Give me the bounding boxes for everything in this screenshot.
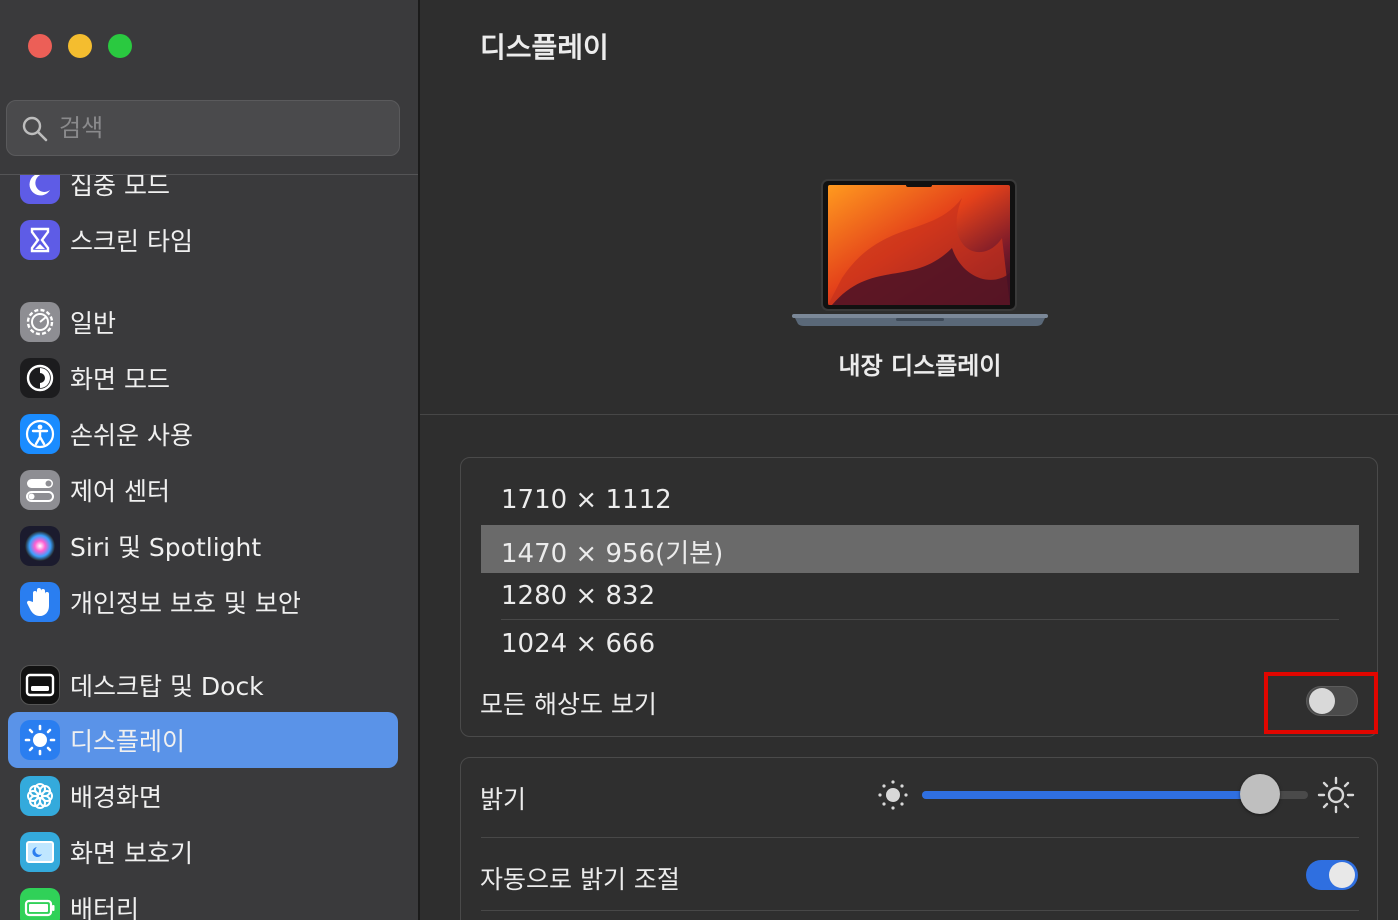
sidebar-item-label: 집중 모드 <box>70 175 170 200</box>
flower-icon <box>20 776 60 816</box>
zoom-window-button[interactable] <box>108 34 132 58</box>
show-all-resolutions-label: 모든 해상도 보기 <box>480 690 657 719</box>
sidebar-item-general[interactable]: 일반 <box>8 294 398 350</box>
sidebar-item-appearance[interactable]: 화면 모드 <box>8 350 398 406</box>
resolution-option[interactable]: 1024 × 666 <box>481 621 1359 669</box>
resolution-option[interactable]: 1280 × 832 <box>481 573 1359 621</box>
hand-icon <box>20 582 60 622</box>
sidebar-item-screen-time[interactable]: 스크린 타임 <box>8 212 398 268</box>
sidebar-item-label: 개인정보 보호 및 보안 <box>70 589 301 618</box>
sidebar-item-label: Siri 및 Spotlight <box>70 533 262 562</box>
laptop-icon[interactable] <box>792 178 1048 330</box>
sidebar-item-screensaver[interactable]: 화면 보호기 <box>8 824 398 880</box>
sidebar-item-label: 데스크탑 및 Dock <box>70 672 264 701</box>
resolution-label: 1710 × 1112 <box>501 485 672 515</box>
display-name-label: 내장 디스플레이 <box>838 352 1002 380</box>
sidebar-list: 집중 모드 스크린 타임 일반 화면 모드 손쉬운 사용 제어 센터 Siri … <box>0 175 418 920</box>
sidebar-item-label: 손쉬운 사용 <box>70 421 193 450</box>
sidebar-item-label: 제어 센터 <box>70 477 170 506</box>
search-input[interactable] <box>59 111 379 145</box>
toggle-knob <box>1329 862 1355 888</box>
sun-dim-icon <box>878 780 908 810</box>
sidebar-item-label: 배경화면 <box>70 783 163 812</box>
gear-icon <box>20 302 60 342</box>
sidebar-item-label: 배터리 <box>70 895 140 920</box>
section-divider <box>420 414 1398 415</box>
dock-icon <box>20 665 60 705</box>
auto-brightness-toggle[interactable] <box>1306 860 1358 890</box>
auto-brightness-label: 자동으로 밝기 조절 <box>480 865 680 894</box>
brightness-panel: 밝기 자동으로 밝기 조절 <box>460 757 1378 920</box>
hourglass-icon <box>20 220 60 260</box>
sidebar-item-battery[interactable]: 배터리 <box>8 880 398 920</box>
sidebar-item-privacy-security[interactable]: 개인정보 보호 및 보안 <box>8 574 398 630</box>
highlight-box <box>1264 672 1378 734</box>
sidebar-item-wallpaper[interactable]: 배경화면 <box>8 768 398 824</box>
sidebar: 집중 모드 스크린 타임 일반 화면 모드 손쉬운 사용 <box>0 0 418 920</box>
close-window-button[interactable] <box>28 34 52 58</box>
resolution-label: 1470 × 956(기본) <box>501 539 724 569</box>
sidebar-item-label: 디스플레이 <box>70 727 186 756</box>
accessibility-icon <box>20 414 60 454</box>
sidebar-item-accessibility[interactable]: 손쉬운 사용 <box>8 406 398 462</box>
brightness-slider-fill <box>922 791 1261 799</box>
row-divider <box>501 619 1339 620</box>
search-icon <box>22 116 48 142</box>
minimize-window-button[interactable] <box>68 34 92 58</box>
sun-icon <box>20 720 60 760</box>
appearance-icon <box>20 358 60 398</box>
screensaver-icon <box>20 832 60 872</box>
page-title: 디스플레이 <box>480 31 609 64</box>
sun-bright-icon <box>1317 776 1355 814</box>
battery-icon <box>20 888 60 920</box>
sidebar-item-label: 화면 모드 <box>70 365 170 394</box>
row-divider <box>481 837 1359 838</box>
sidebar-item-label: 화면 보호기 <box>70 839 193 868</box>
moon-icon <box>20 175 60 204</box>
resolution-label: 1280 × 832 <box>501 581 656 611</box>
brightness-label: 밝기 <box>480 785 527 814</box>
resolution-option-selected[interactable]: 1470 × 956(기본) <box>481 525 1359 573</box>
sidebar-item-focus[interactable]: 집중 모드 <box>8 175 398 212</box>
resolution-panel: 1710 × 1112 1470 × 956(기본) 1280 × 832 10… <box>460 457 1378 737</box>
sidebar-item-desktop-dock[interactable]: 데스크탑 및 Dock <box>8 657 398 713</box>
resolution-label: 1024 × 666 <box>501 629 656 659</box>
sidebar-item-siri-spotlight[interactable]: Siri 및 Spotlight <box>8 518 398 574</box>
sidebar-item-label: 일반 <box>70 309 117 338</box>
resolution-option[interactable]: 1710 × 1112 <box>481 477 1359 525</box>
sidebar-item-control-center[interactable]: 제어 센터 <box>8 462 398 518</box>
siri-icon <box>20 526 60 566</box>
row-divider <box>481 910 1359 911</box>
search-box[interactable] <box>6 100 400 156</box>
control-center-icon <box>20 470 60 510</box>
sidebar-item-label: 스크린 타임 <box>70 227 193 256</box>
sidebar-item-displays[interactable]: 디스플레이 <box>8 712 398 768</box>
